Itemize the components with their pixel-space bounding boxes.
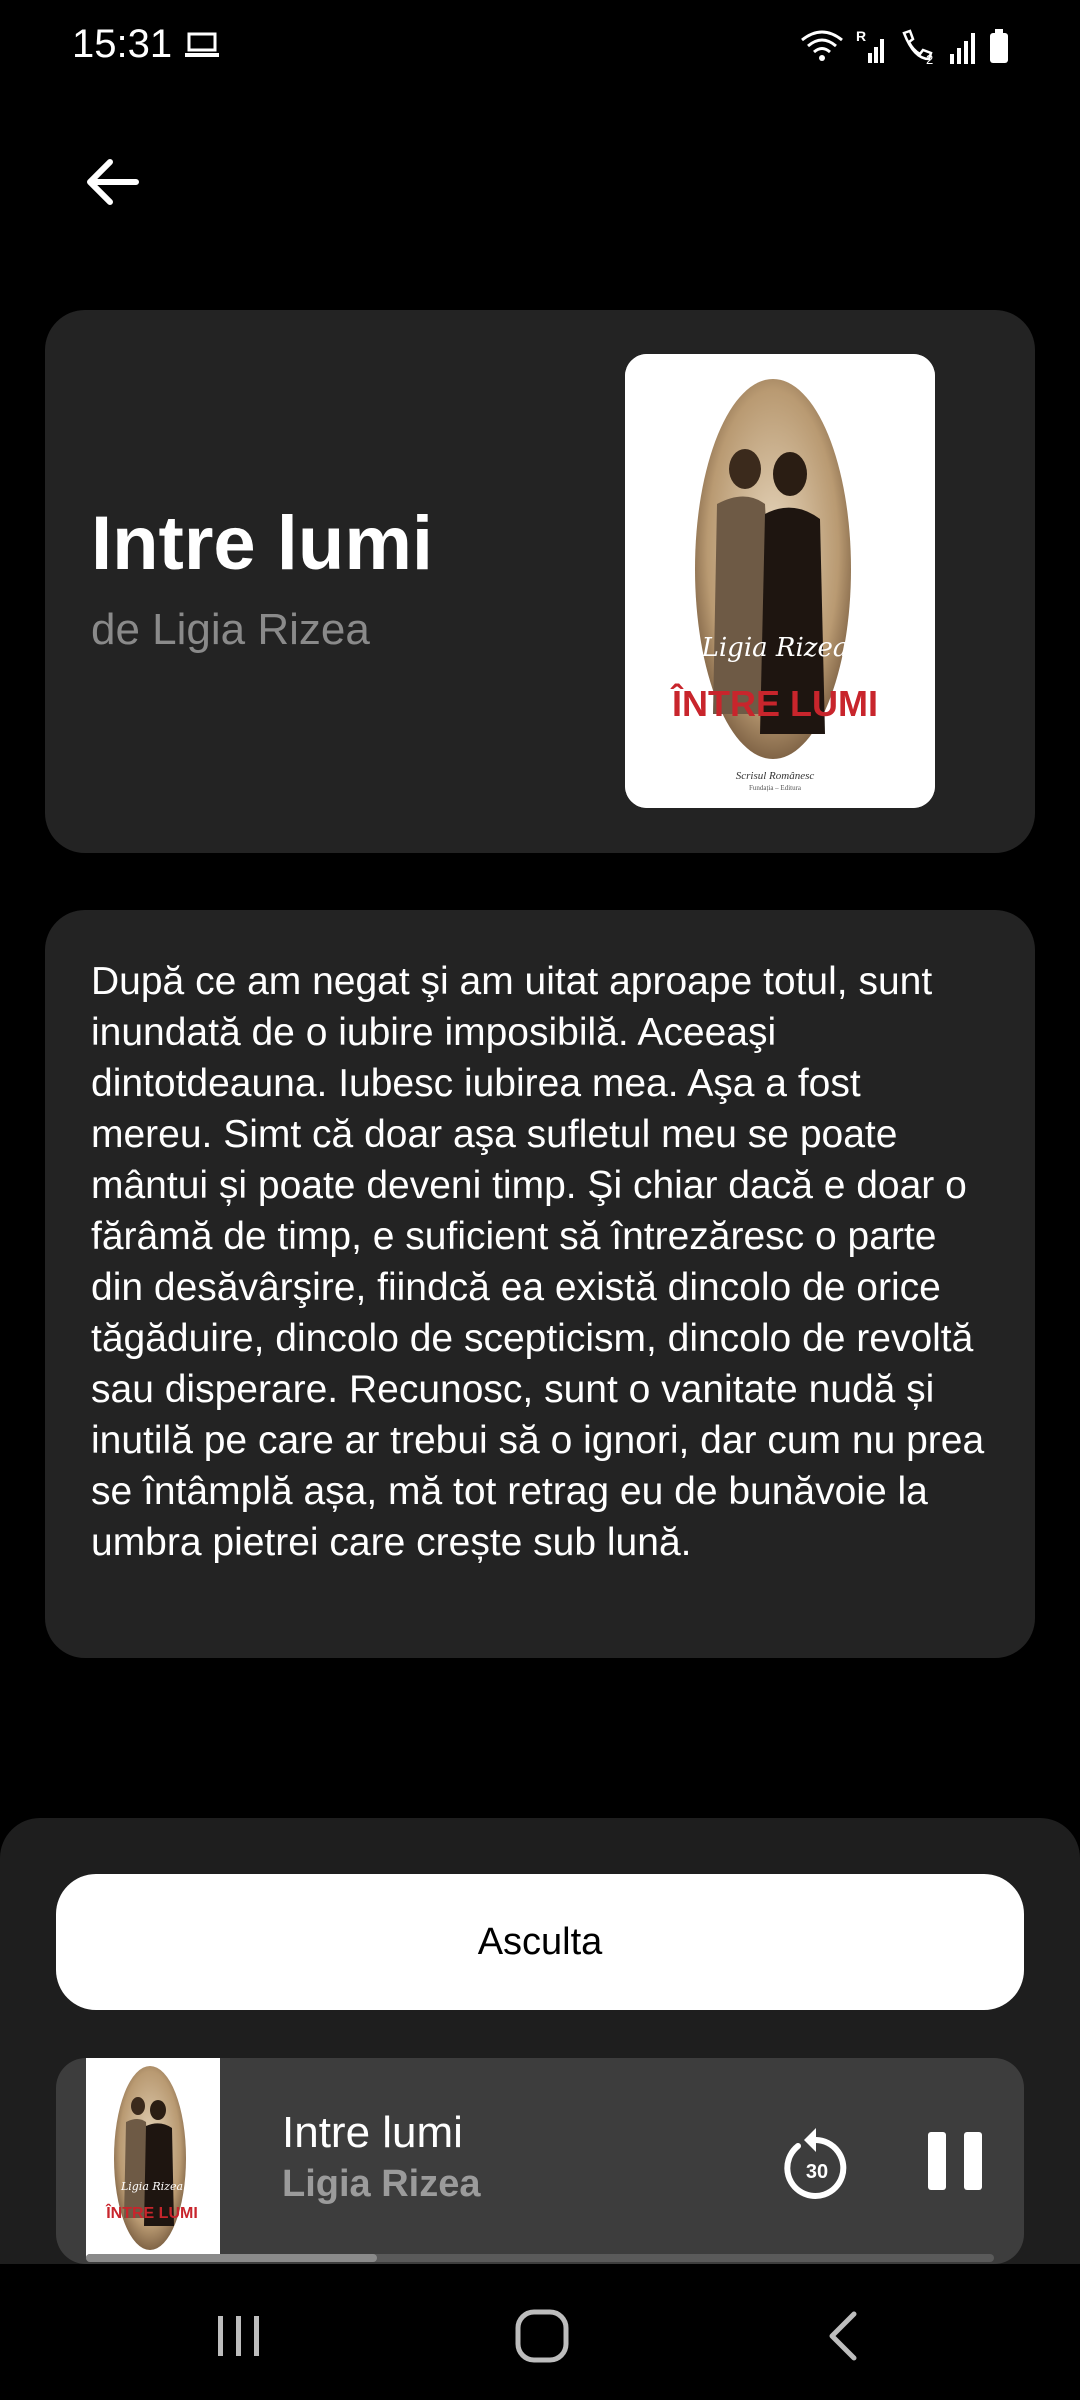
cover-title: ÎNTRE LUMI [670,682,878,724]
back-button[interactable] [80,150,144,214]
cover-publisher: Scrisul Românesc [736,770,815,782]
book-title: Intre lumi [91,501,434,586]
mini-cover-author: Ligia Rizea [120,2180,183,2193]
pause-icon [928,2132,982,2190]
player-author: Ligia Rizea [282,2163,481,2205]
book-description: După ce am negat şi am uitat aproape tot… [91,960,985,1564]
player-title: Intre lumi [282,2108,463,2157]
back-icon [829,2311,857,2361]
mini-cover-title: ÎNTRE LUMI [105,2203,198,2222]
status-icons: R 2 [800,26,1010,66]
wifi-icon [801,30,843,61]
replay-30-button[interactable]: 30 [776,2120,856,2204]
home-button[interactable] [514,2308,570,2364]
recent-apps-icon [218,2316,259,2356]
book-cover: Ligia Rizea ÎNTRE LUMI Scrisul Românesc … [625,354,935,808]
sim-label: 2 [926,52,933,65]
book-header-card: Intre lumi de Ligia Rizea Ligia Rizea ÎN… [45,310,1035,853]
playback-progress-fill [86,2254,377,2262]
status-time: 15:31 [72,22,173,66]
pause-button[interactable] [924,2128,986,2194]
playback-progress[interactable] [86,2254,994,2262]
system-back-button[interactable] [826,2310,860,2362]
cover-author: Ligia Rizea [701,633,849,663]
book-author: de Ligia Rizea [91,605,370,654]
cover-publisher-sub: Fundația – Editura [749,784,802,792]
signal-icon [950,33,975,64]
recent-apps-button[interactable] [214,2312,264,2360]
mini-cover-art: Ligia Rizea ÎNTRE LUMI [86,2058,220,2258]
mini-player[interactable]: Ligia Rizea ÎNTRE LUMI Intre lumi Ligia … [56,2058,1024,2264]
battery-icon [990,29,1008,63]
bottom-sheet: Asculta Ligia Rizea ÎNTRE LUMI Intre lum… [0,1818,1080,2264]
home-icon [515,2309,569,2363]
wifi-calling-icon: 2 [902,29,933,65]
arrow-left-icon [87,159,139,205]
status-bar: 15:31 R 2 [0,0,1080,92]
system-nav-bar [0,2264,1080,2400]
laptop-icon [185,32,219,57]
book-cover-art: Ligia Rizea ÎNTRE LUMI Scrisul Românesc … [625,354,935,808]
listen-button[interactable]: Asculta [56,1874,1024,2010]
roaming-label: R [856,28,866,44]
mini-player-cover: Ligia Rizea ÎNTRE LUMI [86,2058,220,2258]
signal-roaming-icon: R [856,28,884,63]
replay-30-icon: 30 [784,2128,847,2199]
replay-seconds: 30 [806,2161,828,2183]
description-card: După ce am negat şi am uitat aproape tot… [45,910,1035,1658]
